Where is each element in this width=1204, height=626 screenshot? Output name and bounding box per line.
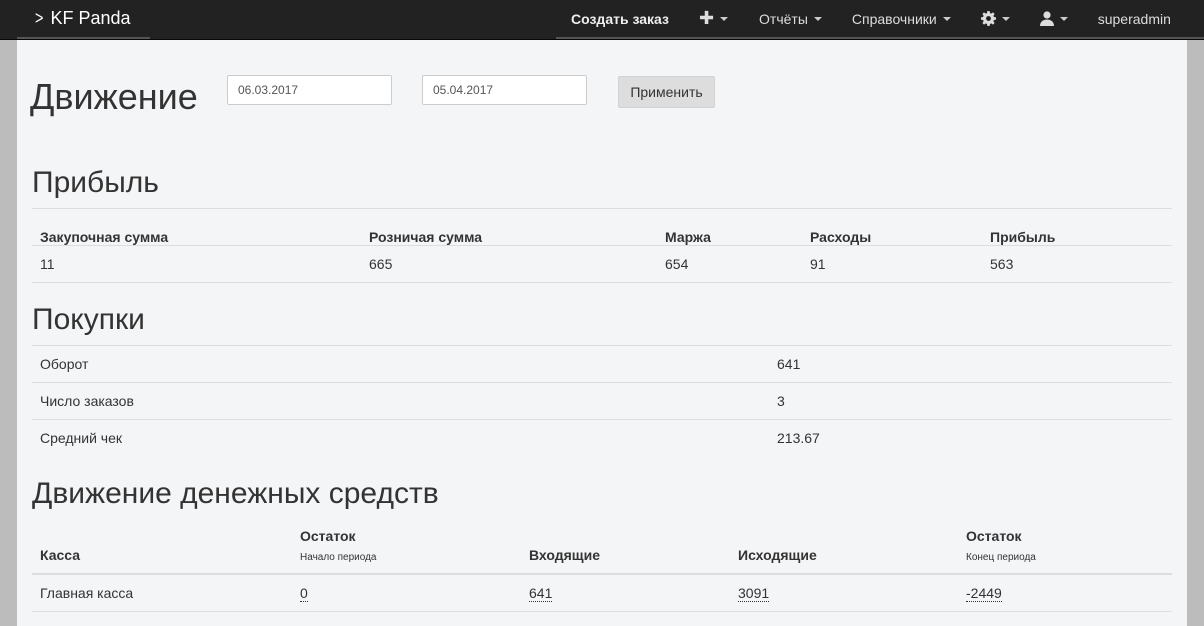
page-title: Движение: [30, 76, 198, 117]
row-value: 3: [769, 382, 1172, 420]
caret-down-icon: [942, 16, 951, 21]
create-order-link[interactable]: Создать заказ: [571, 0, 669, 38]
settings-menu[interactable]: [980, 0, 1010, 38]
table-header-row: Касса Остаток Начало периода Входящие Ис…: [32, 524, 1172, 575]
outgoing-cell: 3091: [730, 574, 958, 612]
row-value: 641: [769, 345, 1172, 383]
username-link[interactable]: superadmin: [1098, 0, 1171, 38]
column-header: Остаток Начало периода: [292, 524, 521, 575]
row-label: Средний чек: [32, 419, 769, 457]
column-header: Розничая сумма: [361, 208, 657, 246]
outgoing-link[interactable]: 3091: [738, 584, 770, 602]
caret-down-icon: [1001, 16, 1010, 21]
column-header: Входящие: [521, 524, 730, 575]
start-balance-cell: 0: [292, 574, 521, 612]
date-from-input[interactable]: [227, 75, 392, 105]
purchases-table: Оборот 641 Число заказов 3 Средний чек 2…: [32, 345, 1172, 457]
table-row: Оборот 641: [32, 345, 1172, 383]
directories-menu[interactable]: Справочники: [852, 0, 951, 38]
table-row: 11 665 654 91 563: [32, 245, 1172, 283]
caret-down-icon: [720, 16, 729, 21]
user-menu[interactable]: [1039, 0, 1068, 38]
column-header: Исходящие: [730, 524, 958, 575]
caret-down-icon: [1059, 16, 1068, 21]
column-header: Прибыль: [982, 208, 1172, 246]
column-header: Расходы: [802, 208, 982, 246]
caret-down-icon: [813, 16, 822, 21]
table-cell: 11: [32, 245, 361, 283]
end-balance-link[interactable]: -2449: [966, 584, 1002, 602]
plus-icon: ✚: [698, 8, 715, 28]
navbar-right: Создать заказ ✚ Отчёты Справочники super…: [556, 0, 1204, 39]
incoming-link[interactable]: 641: [529, 584, 553, 602]
column-header: Маржа: [657, 208, 802, 246]
cashbox-name: Главная касса: [32, 574, 292, 612]
column-header-title: Остаток: [300, 528, 356, 544]
gear-icon: [980, 11, 996, 26]
directories-label: Справочники: [851, 10, 937, 27]
row-label: Число заказов: [32, 382, 769, 420]
cashflow-table: Касса Остаток Начало периода Входящие Ис…: [32, 524, 1172, 612]
profit-heading: Прибыль: [32, 166, 159, 199]
apply-button[interactable]: Применить: [618, 76, 715, 108]
column-header-subtitle: Начало периода: [300, 552, 377, 563]
end-balance-cell: -2449: [958, 574, 1172, 612]
start-balance-link[interactable]: 0: [300, 584, 308, 602]
reports-menu[interactable]: Отчёты: [759, 0, 822, 38]
column-header: Касса: [32, 524, 292, 575]
table-row: Главная касса 0 641 3091 -2449: [32, 574, 1172, 612]
table-cell: 654: [657, 245, 802, 283]
incoming-cell: 641: [521, 574, 730, 612]
chevron-right-icon: >: [35, 8, 44, 28]
reports-label: Отчёты: [759, 10, 808, 27]
table-row: Число заказов 3: [32, 382, 1172, 420]
brand-name: KF Panda: [50, 8, 131, 28]
user-icon: [1039, 11, 1054, 26]
table-header-row: Закупочная сумма Розничая сумма Маржа Ра…: [32, 208, 1172, 246]
table-cell: 563: [982, 245, 1172, 283]
column-header: Закупочная сумма: [32, 208, 361, 246]
add-menu[interactable]: ✚: [698, 0, 729, 38]
column-header: Остаток Конец периода: [958, 524, 1172, 575]
column-header-title: Остаток: [966, 528, 1022, 544]
column-header-subtitle: Конец периода: [966, 552, 1036, 563]
row-label: Оборот: [32, 345, 769, 383]
navbar: > KF Panda Создать заказ ✚ Отчёты Справо…: [0, 0, 1204, 40]
brand-link[interactable]: > KF Panda: [17, 0, 150, 39]
cashflow-heading: Движение денежных средств: [32, 477, 439, 510]
main-content: Движение Применить Прибыль Закупочная су…: [17, 40, 1187, 626]
profit-table: Закупочная сумма Розничая сумма Маржа Ра…: [32, 208, 1172, 283]
table-cell: 665: [361, 245, 657, 283]
purchases-heading: Покупки: [32, 303, 145, 336]
date-to-input[interactable]: [422, 75, 587, 105]
table-cell: 91: [802, 245, 982, 283]
row-value: 213.67: [769, 419, 1172, 457]
table-row: Средний чек 213.67: [32, 419, 1172, 457]
